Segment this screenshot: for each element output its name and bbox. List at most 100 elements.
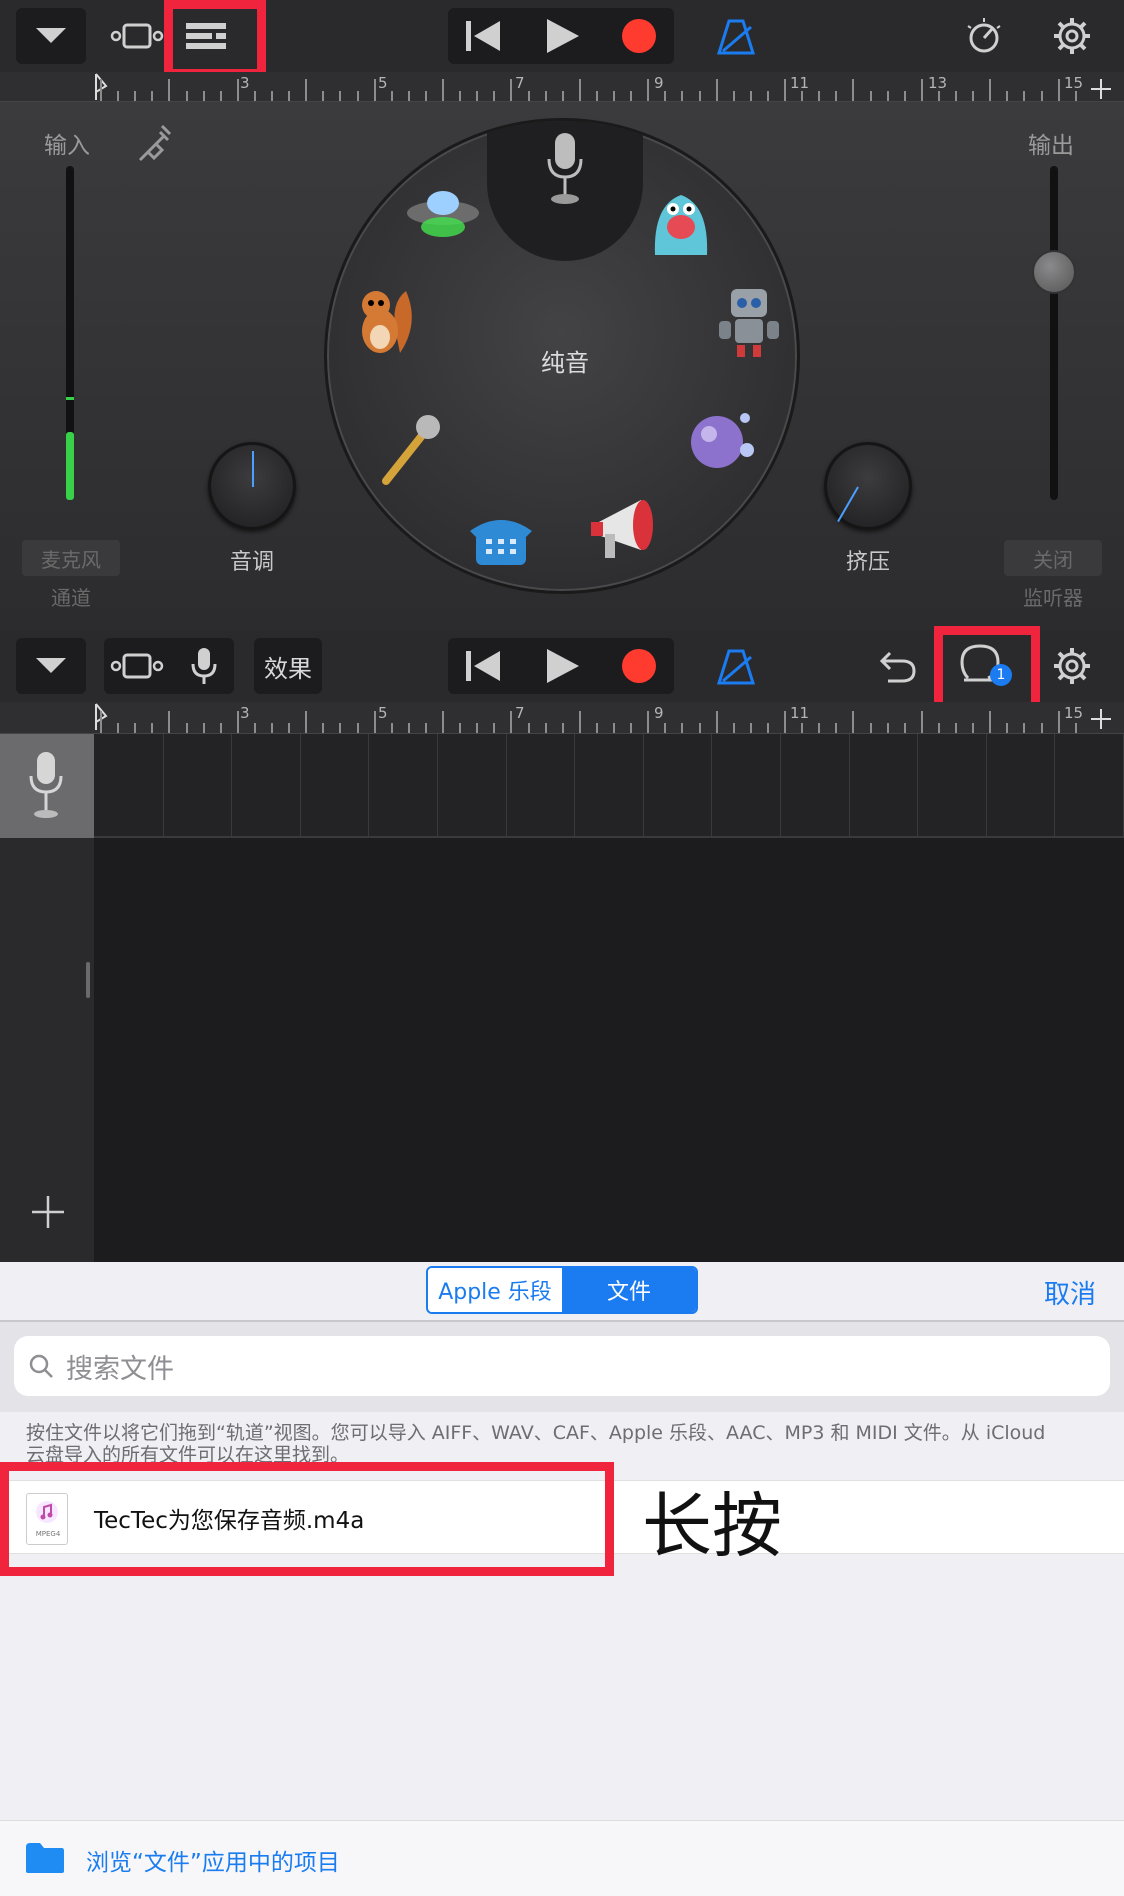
ruler-tick [100, 79, 102, 101]
ruler-tick [390, 91, 393, 101]
output-volume-slider-track [1050, 166, 1058, 500]
output-volume-slider-thumb[interactable] [1032, 250, 1076, 294]
ruler-tick [664, 91, 667, 101]
resize-handle[interactable] [86, 962, 90, 998]
ruler-tick [852, 711, 855, 733]
ruler-tick [202, 723, 205, 733]
ruler-tick [920, 711, 923, 733]
ruler-tick [407, 723, 410, 733]
ruler-tick [442, 711, 444, 733]
grid-line [985, 734, 987, 838]
megaphone-voice-icon[interactable] [591, 491, 667, 567]
current-voice-label: 纯音 [541, 349, 589, 377]
ruler-tick [168, 711, 171, 733]
ruler-tick [544, 91, 547, 101]
monster-voice-icon[interactable] [643, 183, 719, 259]
timeline-ruler-tracks[interactable]: 3 5 7 9 11 15 [0, 702, 1124, 734]
tracks-menu-button[interactable] [16, 638, 86, 694]
record-icon [622, 649, 656, 683]
record-button[interactable] [606, 8, 672, 64]
tracks-menu-button[interactable] [16, 8, 86, 64]
microphone-icon [191, 648, 217, 684]
pitch-knob[interactable] [208, 442, 296, 530]
ruler-tick [835, 723, 838, 733]
input-label: 输入 [44, 133, 90, 159]
undo-icon [880, 651, 916, 683]
instrument-view-button[interactable] [176, 638, 232, 694]
segment-files[interactable]: 文件 [562, 1268, 696, 1312]
metronome-button[interactable] [706, 8, 766, 64]
ruler-tick [749, 91, 752, 101]
highlight-box-file [0, 1462, 614, 1576]
play-button[interactable] [530, 8, 596, 64]
master-fx-button[interactable] [956, 8, 1012, 64]
ruler-tick [630, 723, 633, 733]
settings-button[interactable] [1042, 638, 1102, 694]
cancel-button[interactable]: 取消 [1044, 1274, 1096, 1311]
browse-files-label: 浏览“文件”应用中的项目 [86, 1850, 340, 1876]
ruler-tick [835, 91, 838, 101]
browser-view-button[interactable] [104, 638, 170, 694]
ruler-tick [288, 723, 291, 733]
monitor-off-button[interactable]: 关闭 [1004, 540, 1102, 576]
ruler-tick [613, 91, 615, 101]
ruler-tick [698, 91, 701, 101]
ruler-tick [818, 723, 821, 733]
bubbles-voice-icon[interactable] [685, 401, 761, 477]
clean-voice-icon[interactable] [527, 131, 603, 207]
play-button[interactable] [530, 638, 596, 694]
browser-icon [110, 23, 164, 49]
ruler-tick [305, 79, 308, 101]
voice-effect-wheel[interactable]: 纯音 [324, 118, 800, 594]
timeline-ruler-top[interactable]: 3 5 7 9 11 13 15 [0, 72, 1124, 102]
ruler-tick [784, 711, 786, 733]
track-lane[interactable] [94, 734, 1124, 838]
ruler-tick [288, 91, 291, 101]
ruler-tick [715, 79, 718, 101]
ruler-tick [1074, 723, 1077, 733]
grid-line [162, 734, 164, 838]
search-input[interactable]: 搜索文件 [14, 1336, 1110, 1396]
grid-line [917, 734, 919, 838]
browse-files-bar[interactable]: 浏览“文件”应用中的项目 [0, 1820, 1124, 1896]
undo-button[interactable] [872, 638, 924, 694]
ruler-tick [510, 79, 513, 101]
input-cable-icon[interactable] [134, 122, 172, 164]
track-header-column [0, 838, 94, 1262]
grid-line [505, 734, 507, 838]
metronome-button[interactable] [706, 638, 766, 694]
rewind-button[interactable] [450, 638, 516, 694]
compression-knob[interactable] [824, 442, 912, 530]
microphone-button[interactable]: 麦克风 [22, 540, 120, 576]
track-header-audio-recorder[interactable] [0, 734, 94, 838]
ruler-tick [972, 91, 975, 101]
grid-line [780, 734, 781, 838]
browser-view-button[interactable] [104, 8, 170, 64]
effects-button[interactable]: 效果 [254, 638, 322, 694]
add-track-icon[interactable] [30, 1194, 66, 1230]
ruler-tick [681, 91, 684, 101]
search-placeholder: 搜索文件 [66, 1353, 174, 1385]
add-section-icon[interactable] [1090, 78, 1112, 100]
telephone-voice-icon[interactable] [463, 501, 539, 577]
rewind-icon [466, 21, 500, 51]
ruler-tick [493, 91, 496, 101]
record-button[interactable] [606, 638, 672, 694]
ruler-tick [185, 723, 188, 733]
ruler-tick [253, 91, 256, 101]
microphone-voice-icon[interactable] [373, 411, 449, 487]
monitor-label: 监听器 [1023, 586, 1083, 610]
settings-button[interactable] [1042, 8, 1102, 64]
rewind-button[interactable] [450, 8, 516, 64]
gear-icon [1054, 648, 1090, 684]
input-level-meter [66, 166, 74, 500]
ruler-tick [818, 91, 821, 101]
ruler-number: 11 [790, 74, 810, 92]
segment-apple-loops[interactable]: Apple 乐段 [428, 1268, 562, 1312]
add-section-icon[interactable] [1090, 708, 1112, 730]
ruler-number: 7 [515, 704, 525, 722]
ruler-tick [151, 723, 154, 733]
ruler-tick [920, 79, 923, 101]
metronome-icon [717, 649, 755, 685]
alien-voice-icon[interactable] [405, 171, 481, 247]
